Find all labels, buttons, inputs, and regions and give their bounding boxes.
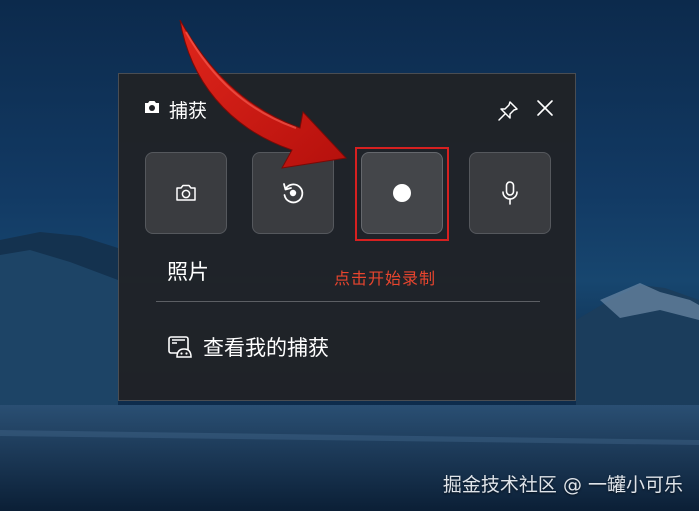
- screenshot-button[interactable]: [145, 152, 227, 234]
- record-last-30s-button[interactable]: [252, 152, 334, 234]
- close-button[interactable]: [535, 98, 555, 118]
- microphone-icon: [502, 181, 518, 205]
- replay-icon: [283, 183, 304, 204]
- close-icon: [537, 100, 553, 116]
- pin-button[interactable]: [497, 100, 519, 122]
- annotation-highlight-box: [355, 147, 449, 241]
- watermark: 掘金技术社区 @ 一罐小可乐: [442, 474, 683, 496]
- microphone-toggle-button[interactable]: [469, 152, 551, 234]
- see-my-captures-label: 查看我的捕获: [203, 336, 329, 360]
- widget-header: 捕获: [143, 96, 207, 122]
- camera-icon: [143, 99, 161, 119]
- gallery-icon: [168, 336, 192, 358]
- camera-icon: [176, 184, 196, 201]
- annotation-hint: 点击开始录制: [334, 269, 437, 288]
- pin-icon: [498, 101, 518, 121]
- capture-widget: 捕获 照片 点击开始录制 查看我的捕获: [118, 73, 576, 401]
- widget-title: 捕获: [169, 99, 208, 122]
- see-my-captures-link[interactable]: 查看我的捕获: [167, 332, 329, 362]
- divider: [156, 301, 540, 302]
- mode-label: 照片: [167, 260, 209, 284]
